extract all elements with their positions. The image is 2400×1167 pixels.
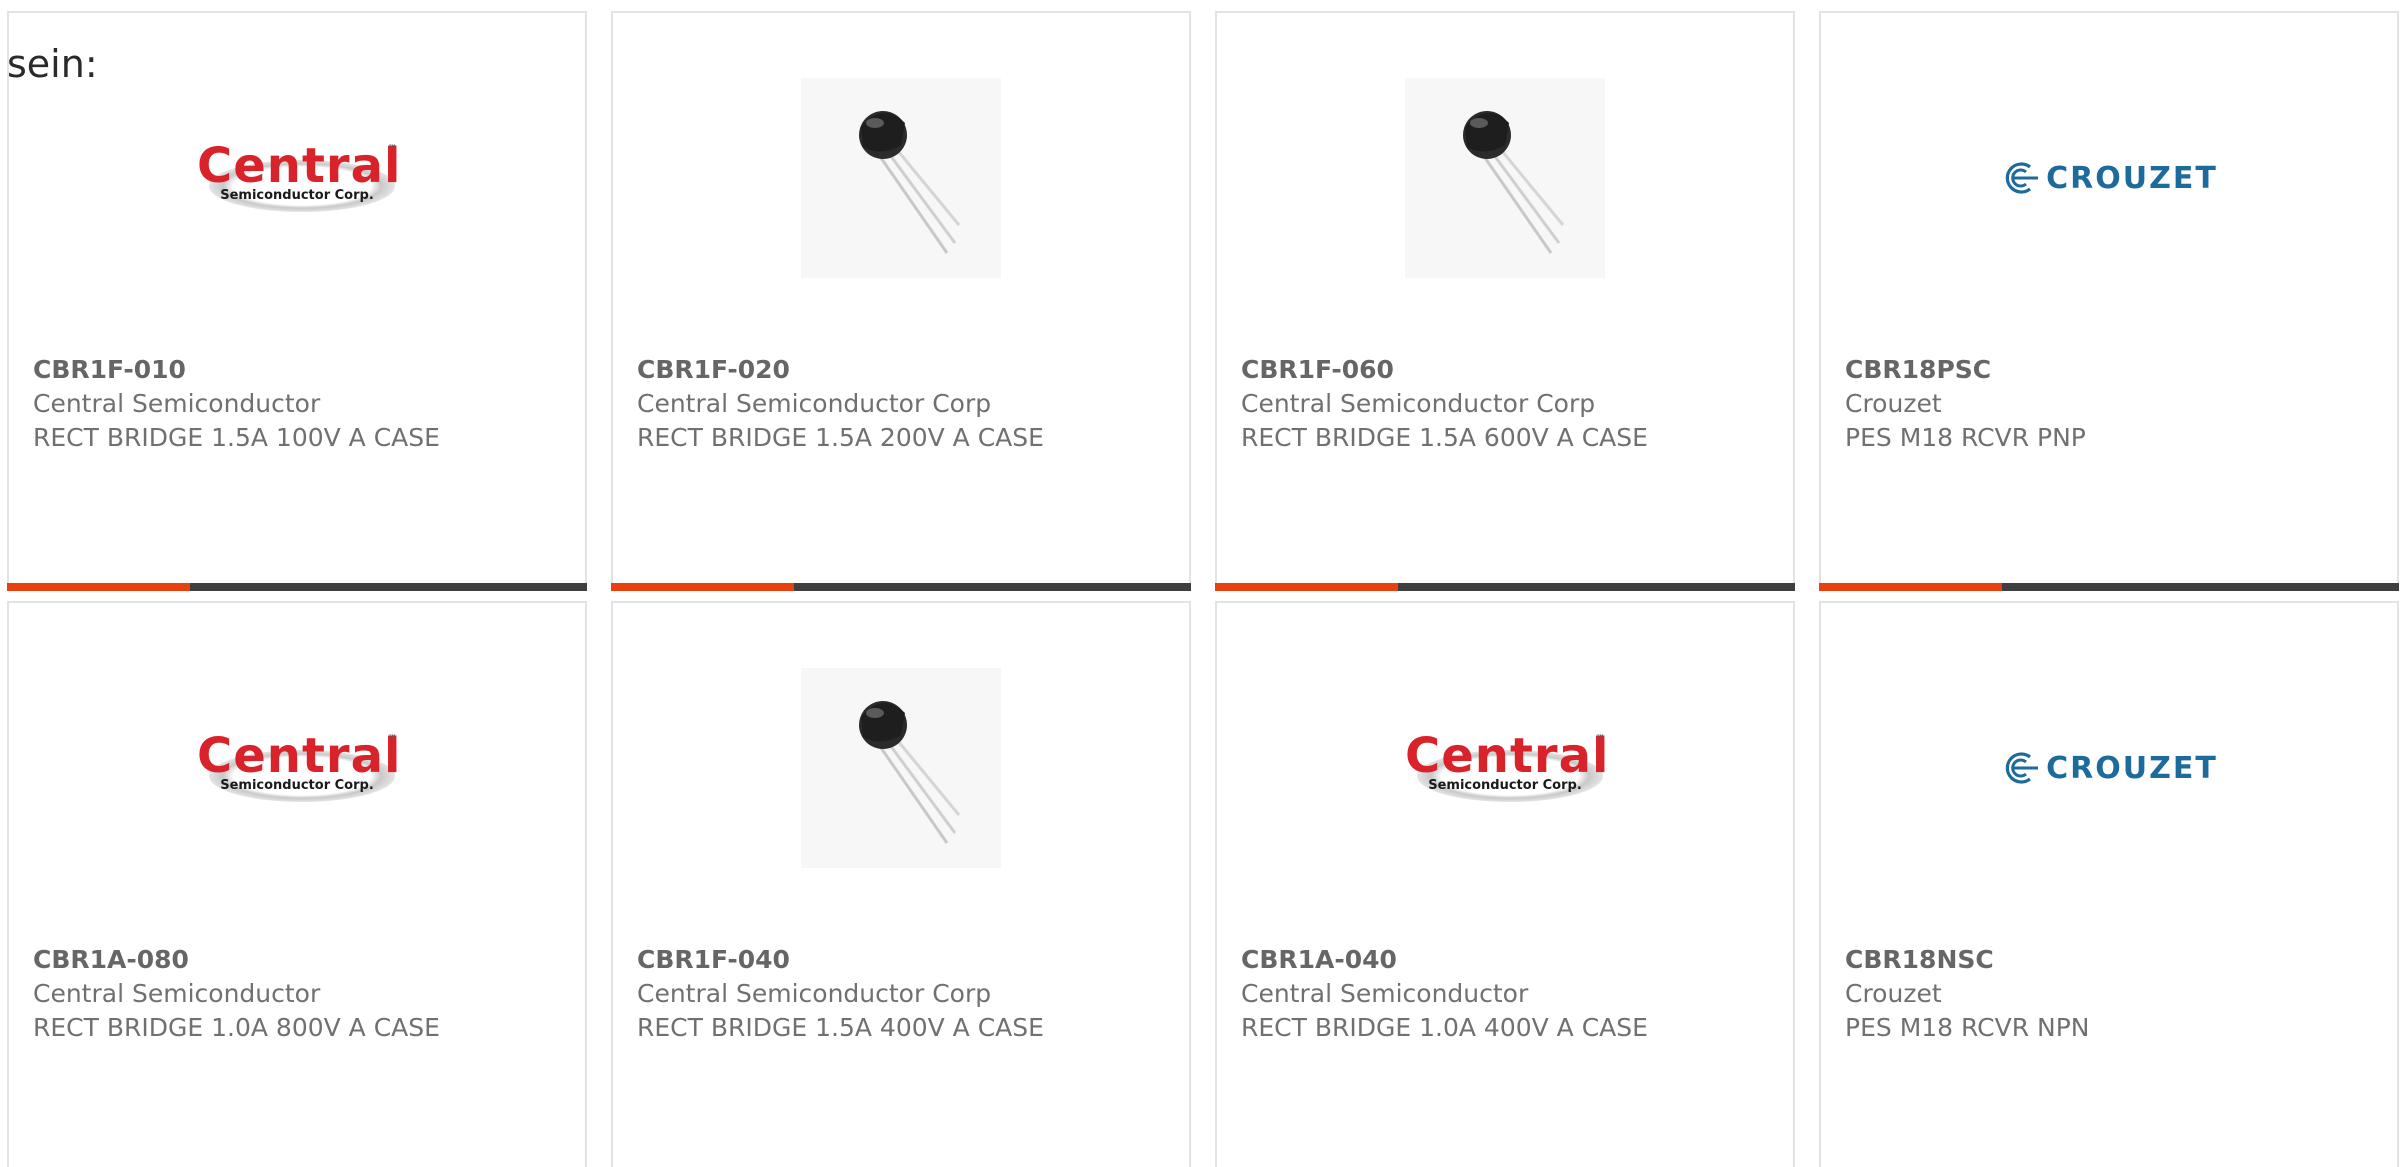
to92-package-icon [859, 111, 961, 254]
component-photo [1405, 78, 1605, 278]
part-number[interactable]: CBR18PSC [1845, 353, 2381, 387]
product-image: CROUZET [1821, 668, 2397, 868]
card-accent-highlight [1215, 583, 1398, 591]
product-info: CBR1F-040 Central Semiconductor Corp REC… [637, 943, 1173, 1045]
logo-trademark: ™ [388, 144, 397, 154]
manufacturer-name: Central Semiconductor [33, 389, 321, 418]
component-photo [801, 78, 1001, 278]
logo-trademark: ™ [1596, 734, 1605, 744]
central-semiconductor-logo: Central ™ Semiconductor Corp. [197, 138, 402, 218]
product-info: CBR1F-020 Central Semiconductor Corp REC… [637, 353, 1173, 455]
product-card[interactable]: Central ™ Semiconductor Corp. CBR1F-010 Ce… [7, 11, 587, 591]
card-accent-highlight [1819, 583, 2002, 591]
crouzet-logo: CROUZET [2000, 161, 2218, 196]
product-description: RECT BRIDGE 1.5A 100V A CASE [33, 423, 440, 452]
central-semiconductor-logo: Central ™ Semiconductor Corp. [197, 728, 402, 808]
part-number[interactable]: CBR1A-080 [33, 943, 569, 977]
product-image: CROUZET [1821, 78, 2397, 278]
product-description: PES M18 RCVR PNP [1845, 423, 2086, 452]
logo-subtitle: Semiconductor Corp. [1428, 778, 1582, 793]
product-card[interactable]: CBR1F-040 Central Semiconductor Corp REC… [611, 601, 1191, 1167]
logo-wordmark: Central [1405, 728, 1610, 784]
part-number[interactable]: CBR1A-040 [1241, 943, 1777, 977]
product-description: RECT BRIDGE 1.5A 200V A CASE [637, 423, 1044, 452]
product-card[interactable]: Central ™ Semiconductor Corp. CBR1A-080 Ce… [7, 601, 587, 1167]
to92-package-icon [1463, 111, 1565, 254]
product-description: RECT BRIDGE 1.0A 800V A CASE [33, 1013, 440, 1042]
product-info: CBR1F-060 Central Semiconductor Corp REC… [1241, 353, 1777, 455]
product-image [613, 668, 1189, 868]
product-description: RECT BRIDGE 1.0A 400V A CASE [1241, 1013, 1648, 1042]
product-info: CBR1F-010 Central Semiconductor RECT BRI… [33, 353, 569, 455]
logo-trademark: ™ [388, 734, 397, 744]
crouzet-emblem-icon [2005, 162, 2039, 194]
manufacturer-name: Central Semiconductor Corp [637, 979, 992, 1008]
product-info: CBR1A-040 Central Semiconductor RECT BRI… [1241, 943, 1777, 1045]
crouzet-emblem-icon [2005, 752, 2039, 784]
product-image: Central ™ Semiconductor Corp. [1217, 668, 1793, 868]
logo-wordmark: CROUZET [2046, 750, 2218, 786]
product-info: CBR18PSC Crouzet PES M18 RCVR PNP [1845, 353, 2381, 455]
product-description: PES M18 RCVR NPN [1845, 1013, 2090, 1042]
product-card[interactable]: CBR1F-060 Central Semiconductor Corp REC… [1215, 11, 1795, 591]
product-card[interactable]: Central ™ Semiconductor Corp. CBR1A-040 Ce… [1215, 601, 1795, 1167]
intro-text: sein: [7, 42, 98, 86]
part-number[interactable]: CBR1F-010 [33, 353, 569, 387]
card-accent-bar [1215, 583, 1795, 591]
product-description: RECT BRIDGE 1.5A 400V A CASE [637, 1013, 1044, 1042]
card-accent-bar [611, 583, 1191, 591]
crouzet-logo: CROUZET [2000, 751, 2218, 786]
manufacturer-name: Crouzet [1845, 979, 1942, 1008]
product-image [1217, 78, 1793, 278]
logo-wordmark: CROUZET [2046, 160, 2218, 196]
product-info: CBR1A-080 Central Semiconductor RECT BRI… [33, 943, 569, 1045]
manufacturer-name: Central Semiconductor [1241, 979, 1529, 1008]
card-accent-bar [7, 583, 587, 591]
part-number[interactable]: CBR1F-040 [637, 943, 1173, 977]
product-grid: Central ™ Semiconductor Corp. CBR1F-010 Ce… [7, 11, 2400, 1167]
to92-package-icon [859, 701, 961, 844]
product-image: Central ™ Semiconductor Corp. [9, 668, 585, 868]
part-number[interactable]: CBR1F-020 [637, 353, 1173, 387]
logo-subtitle: Semiconductor Corp. [220, 778, 374, 793]
card-accent-highlight [7, 583, 190, 591]
product-grid-page: sein: Central ™ Semiconductor Corp. CBR1F-… [0, 0, 2400, 1167]
part-number[interactable]: CBR18NSC [1845, 943, 2381, 977]
manufacturer-name: Crouzet [1845, 389, 1942, 418]
central-semiconductor-logo: Central ™ Semiconductor Corp. [1405, 728, 1610, 808]
card-accent-bar [1819, 583, 2399, 591]
product-image [613, 78, 1189, 278]
logo-subtitle: Semiconductor Corp. [220, 188, 374, 203]
product-image: Central ™ Semiconductor Corp. [9, 78, 585, 278]
product-info: CBR18NSC Crouzet PES M18 RCVR NPN [1845, 943, 2381, 1045]
product-description: RECT BRIDGE 1.5A 600V A CASE [1241, 423, 1648, 452]
product-card[interactable]: CROUZET CBR18NSC Crouzet PES M18 RCVR NP… [1819, 601, 2399, 1167]
component-photo [801, 668, 1001, 868]
logo-wordmark: Central [197, 728, 402, 784]
manufacturer-name: Central Semiconductor [33, 979, 321, 1008]
manufacturer-name: Central Semiconductor Corp [637, 389, 992, 418]
manufacturer-name: Central Semiconductor Corp [1241, 389, 1596, 418]
card-accent-highlight [611, 583, 794, 591]
product-card[interactable]: CBR1F-020 Central Semiconductor Corp REC… [611, 11, 1191, 591]
part-number[interactable]: CBR1F-060 [1241, 353, 1777, 387]
product-card[interactable]: CROUZET CBR18PSC Crouzet PES M18 RCVR PN… [1819, 11, 2399, 591]
logo-wordmark: Central [197, 138, 402, 194]
